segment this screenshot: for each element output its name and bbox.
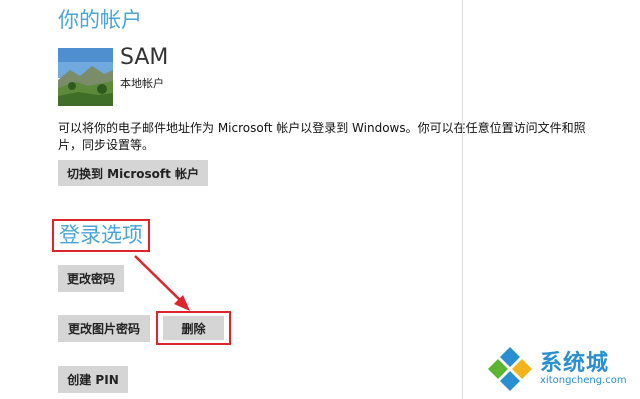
vertical-divider <box>462 0 463 399</box>
watermark: 系统城 xitongcheng.com <box>484 345 636 395</box>
watermark-name: 系统城 <box>540 351 610 376</box>
watermark-url: xitongcheng.com <box>540 375 627 386</box>
annotation-arrow-icon <box>134 255 190 311</box>
watermark-logo-icon <box>488 347 532 391</box>
